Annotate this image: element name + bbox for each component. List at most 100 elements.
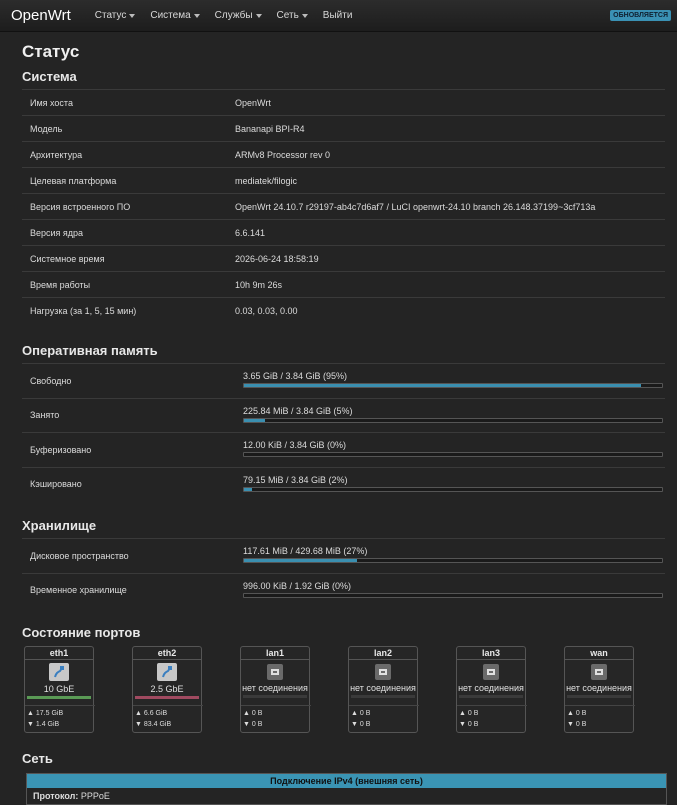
nav-menu-status-label: Статус	[94, 10, 127, 21]
table-row: Нагрузка (за 1, 5, 15 мин) 0.03, 0.03, 0.…	[22, 297, 665, 323]
port-card-wan[interactable]: wan нет соединения ▲ 0 B ▼ 0 B	[564, 646, 635, 733]
row-key: Версия ядра	[30, 227, 84, 238]
nav-menu-services[interactable]: Службы	[215, 10, 262, 21]
port-link-status: 10 GbE	[43, 684, 75, 694]
nav-menu-network[interactable]: Сеть	[277, 10, 308, 21]
row-value: OpenWrt	[235, 97, 271, 108]
progress-track	[243, 592, 663, 598]
usage-value: 12.00 KiB / 3.84 GiB (0%)	[243, 440, 347, 451]
refreshing-badge[interactable]: ОБНОВЛЯЕТСЯ	[610, 10, 671, 21]
row-key: Модель	[30, 123, 63, 134]
chevron-down-icon	[129, 13, 136, 18]
progress-fill	[244, 418, 265, 422]
table-row: Временное хранилище 996.00 KiB / 1.92 GiB…	[22, 572, 665, 608]
ethernet-cable-icon	[49, 663, 69, 681]
port-name: lan1	[241, 647, 309, 660]
port-status-line	[351, 695, 415, 698]
row-value: 10h 9m 26s	[235, 279, 283, 290]
port-status-line	[135, 696, 199, 699]
usage-bar: 225.84 MiB / 3.84 GiB (5%)	[243, 406, 663, 423]
section-heading-network: Сеть	[22, 751, 53, 766]
nav-menu-system[interactable]: Система	[150, 10, 200, 21]
ethernet-port-icon	[483, 664, 499, 680]
nav-menu-services-label: Службы	[214, 10, 253, 21]
port-status-line	[27, 696, 91, 699]
row-value: 2026-06-24 18:58:19	[235, 253, 319, 264]
ipv4-upstream-box: Подключение IPv4 (внешняя сеть) Протокол…	[26, 773, 667, 805]
port-card-eth2[interactable]: eth2 2.5 GbE ▲ 6.6 GiB ▼ 83.4 GiB	[132, 646, 203, 733]
section-heading-ports: Состояние портов	[22, 625, 141, 640]
row-value: 6.6.141	[235, 227, 266, 238]
port-traffic: ▲ 0 B ▼ 0 B	[349, 705, 419, 730]
port-link-status: нет соединения	[566, 683, 632, 693]
row-value: mediatek/filogic	[235, 175, 298, 186]
ethernet-port-icon	[375, 664, 391, 680]
row-value: ARMv8 Processor rev 0	[235, 149, 331, 160]
nav-menu-status[interactable]: Статус	[95, 10, 136, 21]
row-value: OpenWrt 24.10.7 r29197-ab4c7d6af7 / LuCI…	[235, 201, 596, 212]
port-status-line	[243, 695, 307, 698]
usage-bar: 3.65 GiB / 3.84 GiB (95%)	[243, 371, 663, 389]
port-rx: ▼ 83.4 GiB	[135, 721, 172, 728]
section-heading-memory: Оперативная память	[22, 343, 158, 358]
port-name: lan3	[457, 647, 525, 660]
port-status-list: eth1 10 GbE ▲ 17.5 GiB ▼ 1.4 GiB eth2 2.5 GbE…	[24, 646, 672, 733]
port-rx: ▼ 0 B	[243, 721, 263, 728]
port-rx: ▼ 0 B	[459, 721, 479, 728]
port-tx: ▲ 0 B	[351, 710, 371, 717]
table-row: Архитектура ARMv8 Processor rev 0	[22, 141, 665, 167]
row-key: Временное хранилище	[30, 585, 127, 596]
chevron-down-icon	[301, 13, 308, 18]
port-tx: ▲ 17.5 GiB	[27, 710, 64, 717]
table-row: Время работы 10h 9m 26s	[22, 271, 665, 297]
row-key: Время работы	[30, 279, 91, 290]
progress-fill	[244, 487, 253, 491]
port-link-status: нет соединения	[350, 683, 416, 693]
table-row: Модель Bananapi BPI-R4	[22, 115, 665, 141]
usage-bar: 12.00 KiB / 3.84 GiB (0%)	[243, 440, 663, 458]
port-rx: ▼ 1.4 GiB	[27, 721, 60, 728]
table-row: Занято 225.84 MiB / 3.84 GiB (5%)	[22, 397, 665, 433]
port-traffic: ▲ 6.6 GiB ▼ 83.4 GiB	[133, 705, 203, 730]
page-title: Статус	[22, 42, 80, 61]
section-heading-system: Система	[22, 69, 77, 84]
table-row: Версия встроенного ПО OpenWrt 24.10.7 r29…	[22, 193, 665, 219]
port-card-lan3[interactable]: lan3 нет соединения ▲ 0 B ▼ 0 B	[456, 646, 527, 733]
port-name: wan	[565, 647, 633, 660]
ethernet-cable-icon	[157, 663, 177, 681]
ipv4-upstream-title: Подключение IPv4 (внешняя сеть)	[27, 774, 666, 788]
progress-track	[243, 383, 663, 389]
port-card-lan2[interactable]: lan2 нет соединения ▲ 0 B ▼ 0 B	[348, 646, 419, 733]
row-key: Нагрузка (за 1, 5, 15 мин)	[30, 305, 137, 316]
port-name: eth1	[25, 647, 93, 660]
row-key: Занято	[30, 410, 60, 421]
usage-value: 996.00 KiB / 1.92 GiB (0%)	[243, 580, 352, 591]
port-name: eth2	[133, 647, 201, 660]
nav-logout[interactable]: Выйти	[323, 10, 353, 21]
row-key: Архитектура	[30, 149, 83, 160]
progress-track	[243, 417, 663, 423]
table-row: Имя хоста OpenWrt	[22, 89, 665, 115]
port-traffic: ▲ 0 B ▼ 0 B	[241, 705, 311, 730]
port-link-status: нет соединения	[458, 683, 524, 693]
port-card-eth1[interactable]: eth1 10 GbE ▲ 17.5 GiB ▼ 1.4 GiB	[24, 646, 95, 733]
memory-table: Свободно 3.65 GiB / 3.84 GiB (95%) Занято 2…	[22, 363, 665, 501]
chevron-down-icon	[255, 13, 262, 18]
port-traffic: ▲ 0 B ▼ 0 B	[565, 705, 635, 730]
usage-value: 79.15 MiB / 3.84 GiB (2%)	[243, 474, 348, 485]
brand-logo[interactable]: OpenWrt	[11, 7, 71, 24]
table-row: Буферизовано 12.00 KiB / 3.84 GiB (0%)	[22, 432, 665, 467]
port-rx: ▼ 0 B	[351, 721, 371, 728]
row-key: Целевая платформа	[30, 175, 117, 186]
progress-fill	[244, 559, 357, 563]
row-value: Bananapi BPI-R4	[235, 123, 305, 134]
port-card-lan1[interactable]: lan1 нет соединения ▲ 0 B ▼ 0 B	[240, 646, 311, 733]
usage-bar: 79.15 MiB / 3.84 GiB (2%)	[243, 475, 663, 492]
chevron-down-icon	[193, 13, 200, 18]
port-name: lan2	[349, 647, 417, 660]
port-link-status: нет соединения	[242, 683, 308, 693]
progress-track	[243, 558, 663, 564]
ethernet-port-icon	[267, 664, 283, 680]
storage-table: Дисковое пространство 117.61 MiB / 429.68…	[22, 538, 665, 607]
port-link-status: 2.5 GbE	[150, 684, 184, 694]
